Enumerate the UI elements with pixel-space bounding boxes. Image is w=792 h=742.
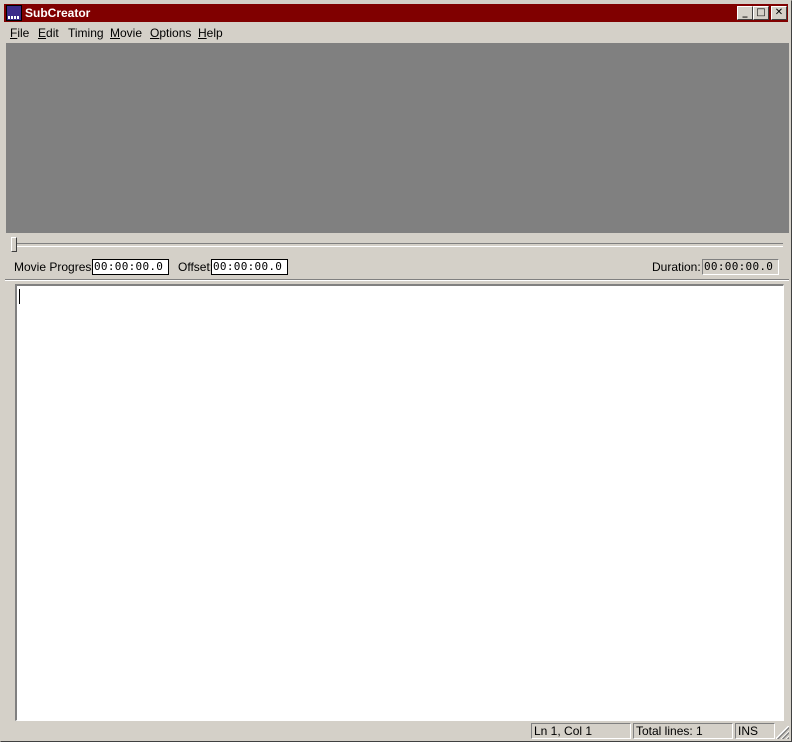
menu-timing[interactable]: Timing	[68, 26, 104, 40]
duration-label: Duration:	[652, 260, 701, 274]
status-insert-mode: INS	[735, 723, 775, 739]
seek-slider[interactable]	[6, 235, 789, 255]
video-preview[interactable]	[6, 43, 789, 233]
status-cursor-position: Ln 1, Col 1	[531, 723, 631, 739]
movie-progress-label: Movie Progress:	[14, 260, 101, 274]
title-bar[interactable]: SubCreator _ □ ✕	[4, 4, 788, 22]
status-bar: Ln 1, Col 1 Total lines: 1 INS	[4, 722, 790, 740]
seek-track[interactable]	[13, 243, 783, 247]
seek-thumb[interactable]	[11, 237, 17, 252]
maximize-button[interactable]: □	[753, 6, 769, 20]
app-icon[interactable]	[6, 5, 22, 21]
text-caret	[19, 289, 20, 304]
menu-bar: File Edit Timing Movie Options Help	[4, 24, 788, 42]
menu-options[interactable]: Options	[150, 26, 191, 40]
menu-movie[interactable]: Movie	[110, 26, 142, 40]
offset-field[interactable]: 00:00:00.0	[211, 259, 288, 275]
subtitle-editor[interactable]	[15, 284, 784, 721]
menu-edit[interactable]: Edit	[38, 26, 59, 40]
resize-grip-icon[interactable]	[776, 726, 789, 739]
close-button[interactable]: ✕	[771, 6, 787, 20]
duration-field: 00:00:00.0	[702, 259, 779, 275]
window-title: SubCreator	[25, 6, 91, 20]
movie-progress-field[interactable]: 00:00:00.0	[92, 259, 169, 275]
status-total-lines: Total lines: 1	[633, 723, 733, 739]
menu-file[interactable]: File	[10, 26, 29, 40]
divider	[5, 279, 789, 281]
app-window: SubCreator _ □ ✕ File Edit Timing Movie …	[0, 0, 792, 742]
offset-label: Offset:	[178, 260, 214, 274]
menu-help[interactable]: Help	[198, 26, 223, 40]
minimize-button[interactable]: _	[737, 6, 753, 20]
